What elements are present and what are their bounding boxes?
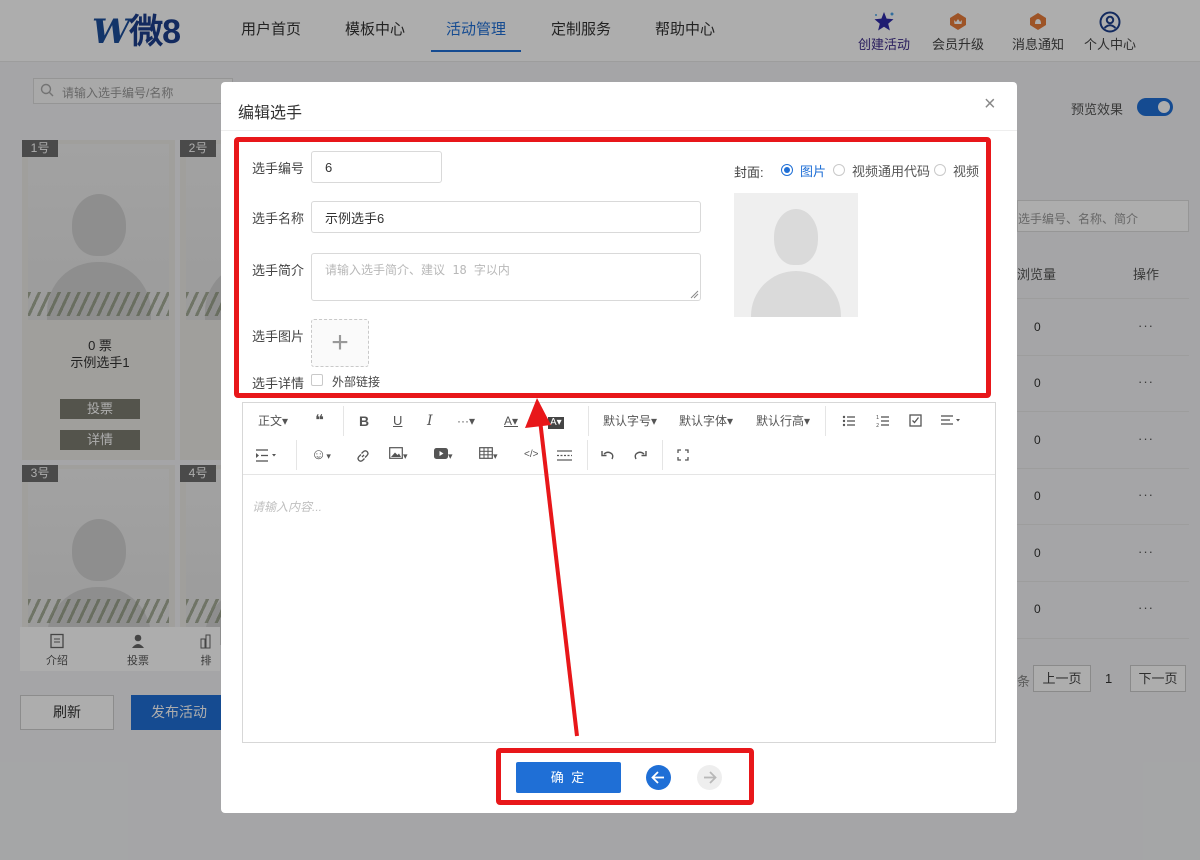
annotation-arrow: [525, 398, 579, 737]
bulleted-list-icon[interactable]: [842, 414, 856, 428]
video-icon: [434, 448, 448, 459]
close-icon[interactable]: ×: [984, 94, 996, 114]
line-height-dropdown[interactable]: 默认行高▾: [756, 411, 810, 431]
annotation-highlight-form: [234, 137, 991, 398]
table-dropdown-icon[interactable]: ▾: [479, 445, 498, 465]
link-icon[interactable]: [356, 449, 370, 463]
paragraph-style-dropdown[interactable]: 正文▾: [258, 411, 288, 431]
toolbar-separator: [296, 440, 297, 470]
toolbar-separator: [825, 406, 826, 436]
modal-title: 编辑选手: [238, 105, 303, 122]
indent-dropdown-icon[interactable]: [256, 449, 278, 462]
numbered-list-icon[interactable]: 12: [876, 414, 890, 428]
todo-checkbox-icon[interactable]: [909, 414, 922, 427]
video-dropdown-icon[interactable]: ▾: [434, 445, 453, 465]
image-icon: [389, 447, 403, 459]
font-size-dropdown[interactable]: 默认字号▾: [603, 411, 657, 431]
svg-text:2: 2: [876, 423, 879, 428]
redo-icon[interactable]: [634, 449, 647, 461]
emoji-dropdown-icon[interactable]: ☺▾: [311, 445, 331, 465]
dropdown-caret: ▾: [326, 451, 331, 461]
toolbar-divider: [243, 474, 995, 475]
table-icon: [479, 447, 493, 459]
italic-icon[interactable]: I: [427, 411, 433, 431]
font-color-dropdown[interactable]: A▾: [504, 411, 518, 431]
dropdown-caret: ▾: [403, 451, 408, 461]
svg-text:1: 1: [876, 415, 879, 421]
modal-header-divider: [221, 130, 1017, 131]
editor-placeholder[interactable]: 请输入内容...: [252, 498, 322, 515]
font-family-dropdown[interactable]: 默认字体▾: [679, 411, 733, 431]
toolbar-separator: [662, 440, 663, 470]
align-dropdown-icon[interactable]: [941, 414, 961, 427]
more-styles-dropdown[interactable]: ···▾: [457, 411, 475, 431]
dropdown-caret: ▾: [448, 451, 453, 461]
dropdown-caret: ▾: [493, 451, 498, 461]
blockquote-icon[interactable]: ❝: [315, 411, 324, 431]
fullscreen-icon[interactable]: [677, 449, 689, 461]
annotation-highlight-footer: [496, 748, 754, 805]
bold-icon[interactable]: B: [359, 411, 369, 431]
image-dropdown-icon[interactable]: ▾: [389, 445, 408, 465]
toolbar-separator: [343, 406, 344, 436]
underline-icon[interactable]: U: [393, 411, 402, 431]
undo-icon[interactable]: [601, 449, 614, 461]
